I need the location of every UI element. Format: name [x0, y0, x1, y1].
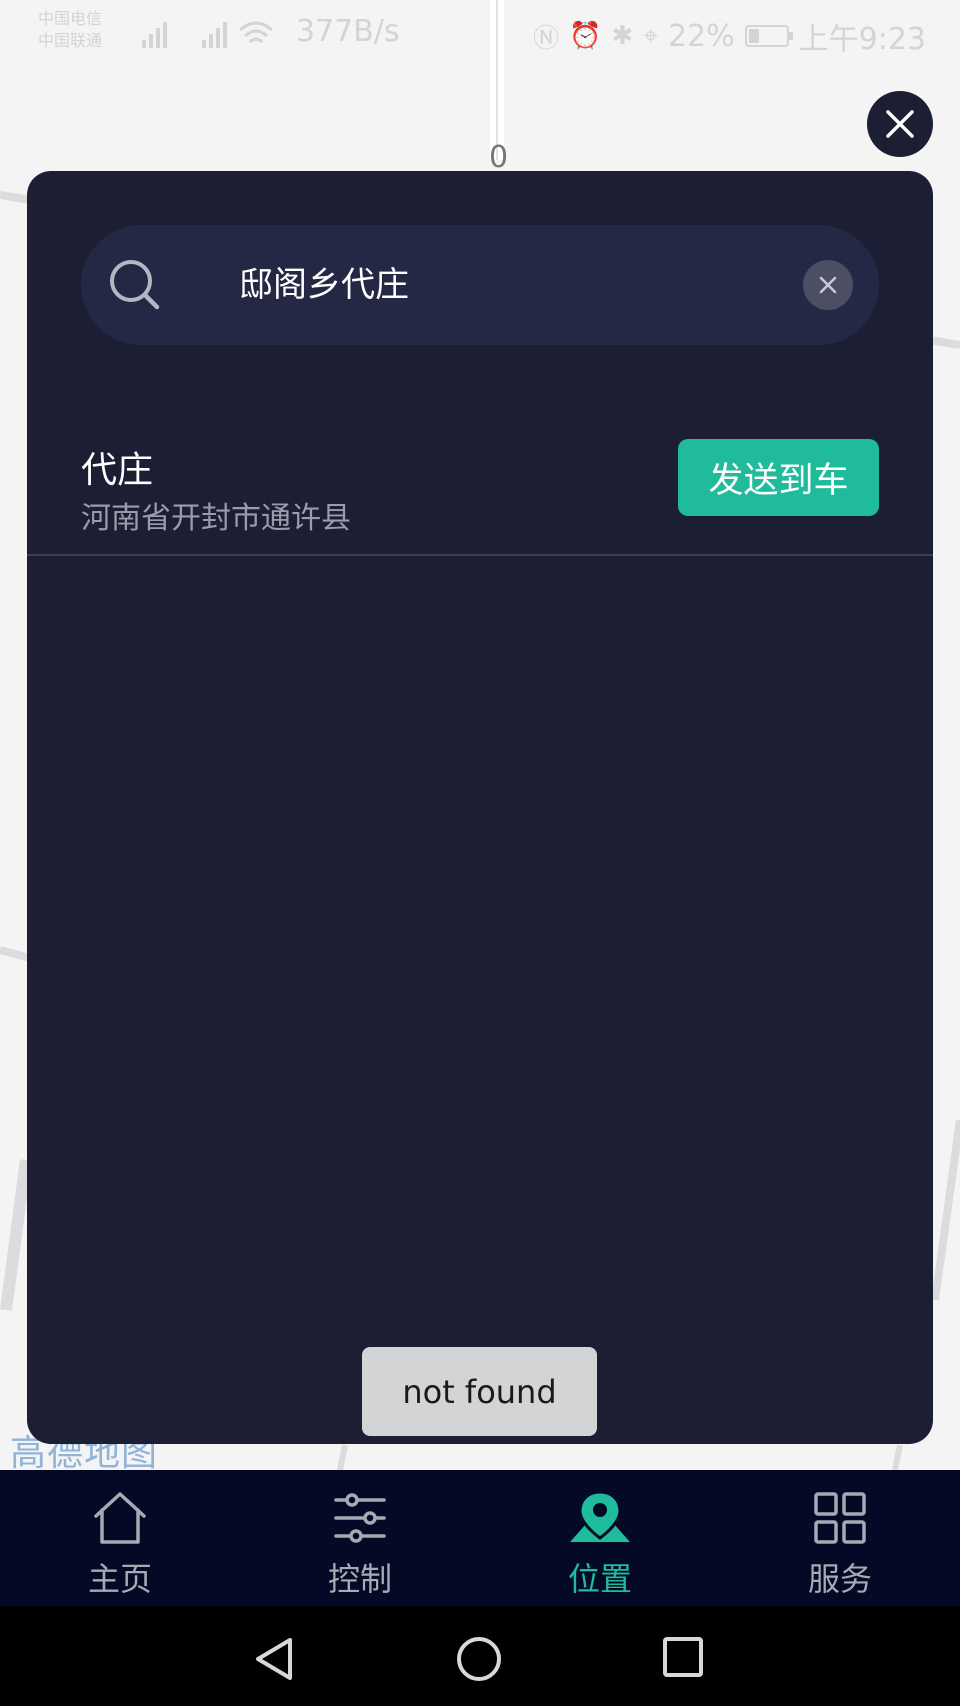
- tab-control[interactable]: 控制: [240, 1470, 480, 1606]
- close-icon: [886, 110, 914, 138]
- toast-message: not found: [362, 1347, 597, 1436]
- search-icon: [110, 260, 160, 310]
- carrier-2: 中国联通: [38, 31, 103, 50]
- clear-search-button[interactable]: [803, 260, 853, 310]
- battery-percent: 22%: [667, 18, 735, 54]
- tab-label: 控制: [327, 1560, 392, 1598]
- bottom-tab-bar: 主页 控制 位置 服务: [0, 1470, 960, 1606]
- carrier-1: 中国电信: [38, 9, 103, 28]
- close-panel-button[interactable]: [867, 91, 933, 157]
- status-right: Ⓝ ⏰ ✱ ⌖ 22% 上午9:23: [533, 14, 926, 58]
- home-icon: [94, 1492, 146, 1544]
- signal-wifi-icons: [142, 21, 273, 48]
- carrier-info: 中国电信 中国联通: [38, 8, 102, 52]
- search-panel: 邸阁乡代庄 代庄 河南省开封市通许县 发送到车: [27, 171, 933, 1444]
- home-circle-icon[interactable]: [456, 1636, 502, 1682]
- grid-icon: [814, 1492, 866, 1544]
- tab-services[interactable]: 服务: [720, 1470, 960, 1606]
- search-input[interactable]: 邸阁乡代庄: [239, 225, 799, 345]
- system-nav-bar: [0, 1606, 960, 1706]
- tab-home[interactable]: 主页: [0, 1470, 240, 1606]
- sliders-icon: [334, 1493, 386, 1543]
- result-address: 河南省开封市通许县: [81, 501, 351, 536]
- bluetooth-icon: ✱: [611, 21, 634, 51]
- list-item[interactable]: 代庄 河南省开封市通许县 发送到车: [27, 431, 933, 556]
- status-bar: 中国电信 中国联通 377B/s Ⓝ ⏰ ✱ ⌖ 22% 上午9:23: [0, 0, 960, 66]
- nfc-icon: Ⓝ: [533, 23, 560, 54]
- result-name: 代庄: [81, 450, 154, 491]
- battery-icon: [744, 25, 793, 47]
- search-bar[interactable]: 邸阁乡代庄: [81, 225, 879, 345]
- map-scale-label: 0: [489, 140, 509, 175]
- location-pin-icon: [570, 1490, 630, 1542]
- send-to-car-button[interactable]: 发送到车: [678, 439, 879, 516]
- clock: 上午9:23: [798, 22, 926, 57]
- tab-location[interactable]: 位置: [480, 1470, 720, 1606]
- tab-label: 位置: [567, 1560, 632, 1598]
- location-icon: ⌖: [643, 20, 658, 51]
- clear-icon: [819, 276, 837, 294]
- recents-icon[interactable]: [662, 1636, 704, 1678]
- tab-label: 服务: [807, 1560, 872, 1598]
- network-speed: 377B/s: [296, 14, 400, 49]
- alarm-icon: ⏰: [569, 21, 602, 51]
- back-icon[interactable]: [252, 1636, 296, 1682]
- tab-label: 主页: [87, 1560, 152, 1598]
